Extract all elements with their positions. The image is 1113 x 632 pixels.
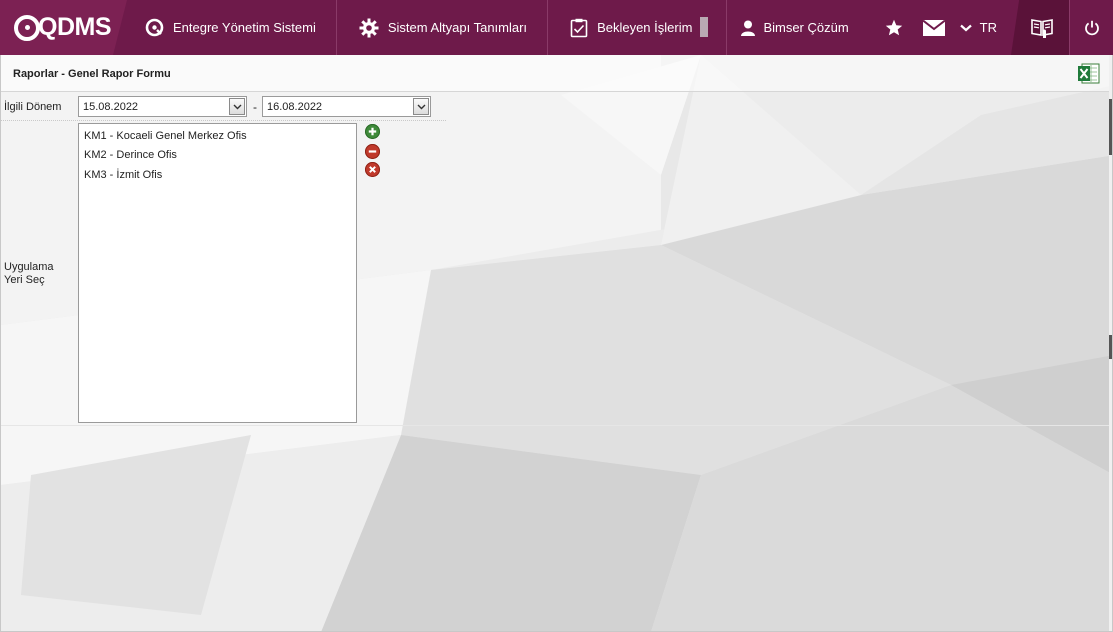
- scrollbar-thumb[interactable]: [1109, 99, 1112, 155]
- list-item[interactable]: KM2 - Derince Ofis: [79, 144, 356, 164]
- chevron-down-icon: [959, 24, 972, 32]
- form-title: Raporlar - Genel Rapor Formu: [13, 68, 171, 80]
- plus-circle-icon[interactable]: [365, 124, 380, 139]
- clipboard-check-icon: [570, 18, 588, 38]
- logo-text: QDMS: [14, 13, 112, 42]
- period-label: İlgili Dönem: [4, 101, 62, 113]
- top-navigation-bar: QDMS Entegre Yönetim Sistemi Sistem Alty…: [0, 0, 1113, 55]
- location-listbox[interactable]: KM1 - Kocaeli Genel Merkez Ofis KM2 - De…: [78, 123, 357, 423]
- scrollbar-thumb[interactable]: [1109, 335, 1112, 359]
- gear-icon: [359, 18, 379, 38]
- list-item[interactable]: KM3 - İzmit Ofis: [79, 164, 356, 184]
- minus-circle-icon[interactable]: [365, 144, 380, 159]
- form-bottom-divider: [1, 425, 1112, 426]
- form-header: Raporlar - Genel Rapor Formu: [1, 55, 1112, 92]
- manual-button[interactable]: [1011, 0, 1069, 55]
- scrollbar[interactable]: [1109, 55, 1112, 631]
- user-menu[interactable]: Bimser Çözüm: [726, 0, 862, 55]
- row-divider: [1, 120, 446, 121]
- nav-item-entegre-yonetim[interactable]: Entegre Yönetim Sistemi: [127, 0, 337, 55]
- list-item[interactable]: KM1 - Kocaeli Genel Merkez Ofis: [79, 124, 356, 144]
- nav-item-bekleyen-islerim[interactable]: Bekleyen İşlerim: [548, 0, 692, 55]
- power-icon[interactable]: [1069, 0, 1113, 55]
- end-date-value: 16.08.2022: [267, 101, 323, 113]
- excel-icon[interactable]: [1077, 62, 1101, 85]
- x-circle-icon[interactable]: [365, 162, 380, 177]
- date-separator: -: [253, 100, 257, 114]
- nav-item-sistem-altyapi[interactable]: Sistem Altyapı Tanımları: [337, 0, 549, 55]
- logo-label: QDMS: [38, 13, 112, 41]
- nav-item-label: Bekleyen İşlerim: [597, 20, 693, 35]
- start-date-value: 15.08.2022: [83, 101, 139, 113]
- nav-overflow-handle[interactable]: [700, 17, 709, 37]
- user-icon: [741, 20, 756, 36]
- end-date-combo[interactable]: 16.08.2022: [262, 96, 431, 117]
- logo-q-mark: [14, 14, 40, 41]
- chevron-down-icon[interactable]: [413, 98, 429, 115]
- language-code: TR: [979, 20, 997, 35]
- envelope-icon[interactable]: [914, 0, 954, 55]
- qdms-logo[interactable]: QDMS: [0, 0, 127, 55]
- nav-item-label: Entegre Yönetim Sistemi: [173, 20, 316, 35]
- chevron-down-icon[interactable]: [229, 98, 245, 115]
- start-date-combo[interactable]: 15.08.2022: [78, 96, 247, 117]
- nav-item-label: Sistem Altyapı Tanımları: [387, 20, 528, 35]
- language-selector[interactable]: TR: [954, 0, 1005, 55]
- book-icon: [1030, 16, 1054, 40]
- report-form-panel: Raporlar - Genel Rapor Formu İlgili Döne…: [0, 55, 1113, 632]
- qdms-q-icon: [145, 18, 164, 37]
- user-name: Bimser Çözüm: [763, 20, 849, 35]
- star-icon[interactable]: [874, 0, 914, 55]
- location-label: Uygulama Yeri Seç: [4, 261, 54, 286]
